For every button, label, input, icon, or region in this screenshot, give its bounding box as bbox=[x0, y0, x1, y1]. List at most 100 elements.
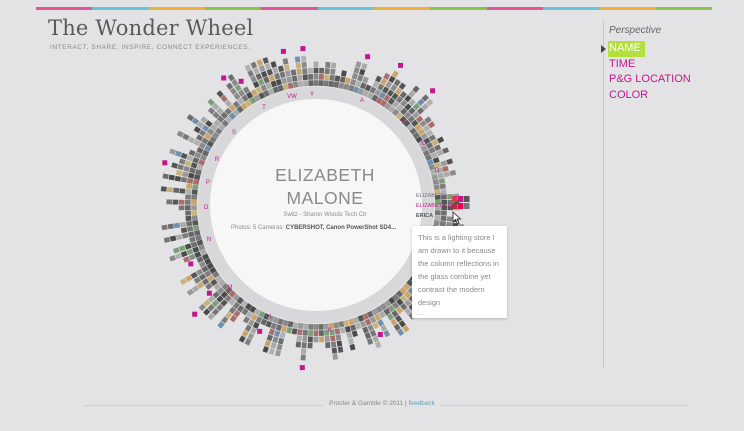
photo-thumb[interactable] bbox=[279, 71, 286, 79]
photo-thumb[interactable] bbox=[275, 78, 283, 86]
wheel-letter[interactable]: J bbox=[387, 308, 390, 314]
photo-thumb[interactable] bbox=[268, 348, 275, 355]
photo-thumb[interactable] bbox=[186, 220, 193, 227]
photo-thumb[interactable] bbox=[302, 329, 308, 336]
photo-thumb[interactable] bbox=[362, 76, 369, 84]
photo-thumb[interactable] bbox=[181, 232, 189, 239]
photo-thumb[interactable] bbox=[313, 80, 319, 86]
wheel-letter[interactable]: D bbox=[435, 168, 440, 174]
person-marker[interactable] bbox=[162, 160, 168, 166]
photo-thumb[interactable] bbox=[324, 68, 330, 75]
photo-thumb[interactable] bbox=[184, 243, 192, 250]
photo-thumb[interactable] bbox=[329, 74, 335, 81]
photo-thumb[interactable] bbox=[173, 222, 181, 229]
photo-thumb[interactable] bbox=[274, 330, 281, 338]
photo-thumb[interactable] bbox=[250, 61, 258, 69]
photo-thumb[interactable] bbox=[434, 144, 442, 152]
photo-thumb[interactable] bbox=[349, 78, 357, 86]
photo-thumb[interactable] bbox=[252, 67, 260, 75]
photo-thumb[interactable] bbox=[190, 162, 198, 169]
photo-thumb[interactable] bbox=[301, 342, 307, 349]
photo-thumb[interactable] bbox=[297, 74, 303, 81]
photo-thumb[interactable] bbox=[353, 67, 360, 74]
wheel-letter[interactable]: N bbox=[207, 237, 211, 243]
feedback-link[interactable]: feedback bbox=[409, 400, 435, 407]
photo-thumb[interactable] bbox=[186, 178, 194, 184]
photo-thumb[interactable] bbox=[325, 61, 331, 68]
photo-thumb[interactable] bbox=[274, 72, 281, 80]
photo-thumb[interactable] bbox=[247, 69, 255, 78]
photo-thumb[interactable] bbox=[183, 165, 190, 172]
photo-thumb[interactable] bbox=[258, 65, 266, 72]
photo-thumb[interactable] bbox=[283, 64, 290, 71]
photo-thumb[interactable] bbox=[166, 199, 173, 205]
wheel-letter[interactable]: K bbox=[328, 328, 332, 334]
photo-thumb[interactable] bbox=[364, 332, 372, 340]
photo-thumb[interactable] bbox=[167, 223, 174, 230]
photo-thumb[interactable] bbox=[295, 341, 302, 348]
photo-thumb[interactable] bbox=[173, 187, 180, 193]
photo-thumb[interactable] bbox=[250, 327, 257, 335]
photo-thumb[interactable] bbox=[180, 176, 188, 183]
photo-thumb[interactable] bbox=[287, 82, 294, 89]
photo-thumb[interactable] bbox=[189, 236, 196, 243]
photo-thumb[interactable] bbox=[333, 81, 340, 88]
photo-thumb[interactable] bbox=[334, 328, 341, 335]
photo-thumb[interactable] bbox=[282, 319, 289, 327]
photo-thumb[interactable] bbox=[334, 75, 341, 82]
photo-thumb[interactable] bbox=[330, 62, 337, 69]
photo-thumb[interactable] bbox=[244, 338, 252, 346]
photo-thumb[interactable] bbox=[168, 174, 176, 181]
photo-thumb[interactable] bbox=[313, 330, 319, 337]
photo-thumb[interactable] bbox=[361, 62, 368, 70]
photo-thumb[interactable] bbox=[338, 321, 345, 328]
photo-thumb[interactable] bbox=[191, 189, 198, 195]
wheel-letter[interactable]: M bbox=[228, 285, 233, 291]
photo-thumb[interactable] bbox=[255, 73, 263, 81]
photo-thumb[interactable] bbox=[191, 215, 198, 221]
photo-thumb[interactable] bbox=[308, 80, 314, 86]
photo-thumb[interactable] bbox=[272, 67, 279, 74]
photo-thumb[interactable] bbox=[302, 74, 308, 81]
photo-thumb[interactable] bbox=[279, 331, 286, 339]
photo-thumb[interactable] bbox=[175, 234, 183, 241]
photo-thumb[interactable] bbox=[295, 62, 302, 69]
photo-thumb[interactable] bbox=[287, 321, 294, 328]
photo-thumb[interactable] bbox=[175, 169, 183, 176]
photo-thumb[interactable] bbox=[349, 324, 357, 332]
photo-thumb[interactable] bbox=[357, 74, 364, 82]
photo-thumb[interactable] bbox=[193, 229, 201, 236]
photo-thumb[interactable] bbox=[186, 226, 194, 232]
photo-thumb[interactable] bbox=[176, 130, 184, 138]
photo-thumb[interactable] bbox=[179, 221, 187, 228]
photo-thumb[interactable] bbox=[262, 57, 269, 64]
photo-thumb[interactable] bbox=[303, 80, 309, 87]
photo-thumb[interactable] bbox=[266, 68, 273, 76]
photo-thumb[interactable] bbox=[336, 340, 343, 347]
person-marker[interactable] bbox=[300, 46, 306, 52]
photo-thumb[interactable] bbox=[296, 68, 302, 75]
wheel-letter[interactable]: S bbox=[232, 130, 236, 136]
wheel-letter[interactable]: A bbox=[360, 98, 364, 104]
photo-thumb[interactable] bbox=[282, 58, 289, 65]
photo-thumb[interactable] bbox=[186, 248, 194, 256]
photo-thumb[interactable] bbox=[351, 72, 358, 80]
photo-thumb[interactable] bbox=[185, 215, 192, 222]
photo-thumb[interactable] bbox=[319, 336, 325, 343]
photo-thumb[interactable] bbox=[179, 188, 186, 194]
photo-thumb[interactable] bbox=[161, 224, 168, 231]
photo-thumb[interactable] bbox=[335, 334, 342, 341]
photo-thumb[interactable] bbox=[160, 186, 167, 192]
photo-thumb[interactable] bbox=[180, 250, 188, 258]
photo-thumb[interactable] bbox=[292, 81, 299, 88]
photo-thumb[interactable] bbox=[436, 149, 444, 157]
photo-thumb[interactable] bbox=[302, 335, 308, 342]
wheel-letter[interactable]: VW bbox=[287, 94, 297, 100]
photo-thumb[interactable] bbox=[313, 61, 319, 68]
photo-thumb[interactable] bbox=[191, 199, 197, 205]
photo-thumb[interactable] bbox=[440, 160, 448, 167]
photo-thumb[interactable] bbox=[340, 70, 347, 77]
photo-thumb[interactable] bbox=[337, 346, 344, 353]
person-marker[interactable] bbox=[365, 54, 371, 60]
photo-thumb[interactable] bbox=[308, 330, 314, 336]
